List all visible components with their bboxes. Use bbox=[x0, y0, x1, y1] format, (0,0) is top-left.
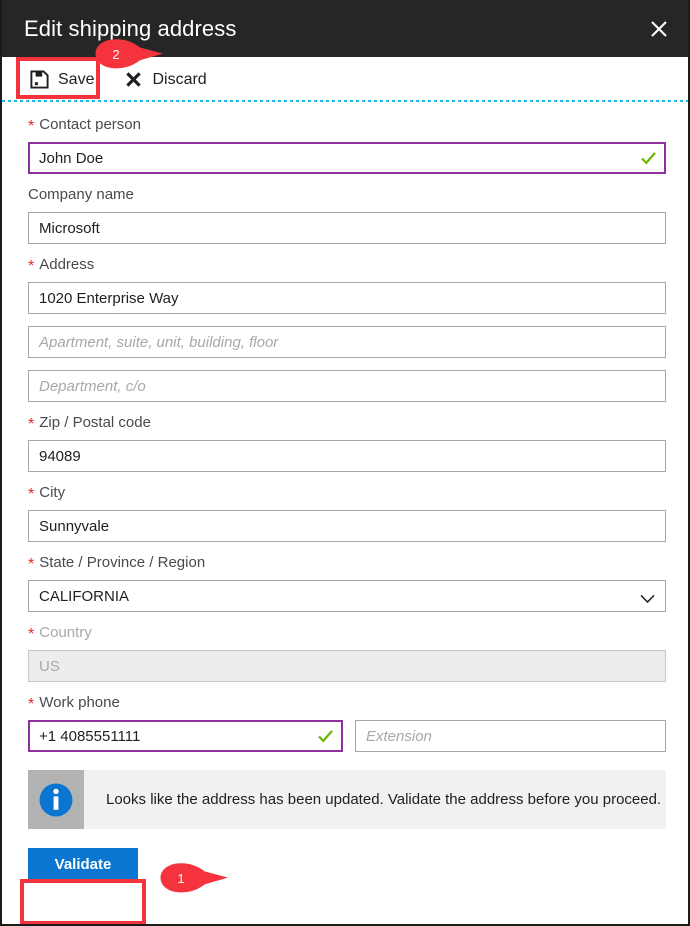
field-zip-postal-code: * Zip / Postal code 94089 bbox=[28, 414, 666, 472]
field-address-line-2: Apartment, suite, unit, building, floor bbox=[28, 326, 666, 358]
input-wrap-phone-extension: Extension bbox=[355, 720, 666, 752]
info-message-text: Looks like the address has been updated.… bbox=[106, 791, 662, 808]
field-label-address: * Address bbox=[28, 256, 666, 276]
label-text: Zip / Postal code bbox=[39, 414, 151, 431]
field-work-phone: * Work phone +1 4085551111 Extension bbox=[28, 694, 666, 752]
input-wrap-address-line-3: Department, c/o bbox=[28, 370, 666, 402]
city-input[interactable]: Sunnyvale bbox=[28, 510, 666, 542]
chevron-down-icon[interactable] bbox=[640, 591, 655, 604]
required-asterisk-icon: * bbox=[28, 556, 35, 573]
close-x-icon bbox=[124, 70, 143, 89]
field-state-province-region: * State / Province / Region CALIFORNIA bbox=[28, 554, 666, 612]
work-phone-row: +1 4085551111 Extension bbox=[28, 720, 666, 752]
input-wrap-zip-postal-code: 94089 bbox=[28, 440, 666, 472]
field-label-country: * Country bbox=[28, 624, 666, 644]
save-button[interactable]: Save bbox=[24, 63, 100, 97]
label-text: Contact person bbox=[39, 116, 141, 133]
field-label-company-name: Company name bbox=[28, 186, 666, 206]
validate-button[interactable]: Validate bbox=[28, 848, 138, 880]
label-text: Company name bbox=[28, 186, 134, 203]
discard-button-label: Discard bbox=[152, 70, 207, 88]
edit-shipping-address-dialog: Edit shipping address Save Discard * Con… bbox=[0, 0, 690, 926]
label-text: City bbox=[39, 484, 66, 501]
field-country: * Country US bbox=[28, 624, 666, 682]
address-input[interactable]: 1020 Enterprise Way bbox=[28, 282, 666, 314]
required-asterisk-icon: * bbox=[28, 118, 35, 135]
info-message-bar: Looks like the address has been updated.… bbox=[28, 770, 666, 829]
zip-postal-code-input[interactable]: 94089 bbox=[28, 440, 666, 472]
save-button-label: Save bbox=[58, 70, 95, 88]
field-contact-person: * Contact person John Doe bbox=[28, 116, 666, 174]
info-circle-icon bbox=[38, 782, 74, 818]
callout-number: 1 bbox=[177, 870, 185, 886]
field-label-city: * City bbox=[28, 484, 666, 504]
input-wrap-address-line-2: Apartment, suite, unit, building, floor bbox=[28, 326, 666, 358]
address-line-2-input[interactable]: Apartment, suite, unit, building, floor bbox=[28, 326, 666, 358]
field-label-contact-person: * Contact person bbox=[28, 116, 666, 136]
field-label-state-province-region: * State / Province / Region bbox=[28, 554, 666, 574]
info-icon-cell bbox=[28, 770, 84, 829]
validate-area: Validate bbox=[28, 848, 688, 888]
state-province-region-select[interactable]: CALIFORNIA bbox=[28, 580, 666, 612]
input-wrap-state-province-region: CALIFORNIA bbox=[28, 580, 666, 612]
label-text: State / Province / Region bbox=[39, 554, 206, 571]
callout-marker-2: 2 bbox=[94, 38, 166, 70]
company-name-input[interactable]: Microsoft bbox=[28, 212, 666, 244]
field-city: * City Sunnyvale bbox=[28, 484, 666, 542]
field-label-zip-postal-code: * Zip / Postal code bbox=[28, 414, 666, 434]
shipping-address-form: * Contact person John Doe Company name M… bbox=[2, 102, 688, 752]
input-wrap-address: 1020 Enterprise Way bbox=[28, 282, 666, 314]
input-wrap-work-phone: +1 4085551111 bbox=[28, 720, 343, 752]
required-asterisk-icon: * bbox=[28, 696, 35, 713]
label-text: Work phone bbox=[39, 694, 120, 711]
input-wrap-company-name: Microsoft bbox=[28, 212, 666, 244]
required-asterisk-icon: * bbox=[28, 626, 35, 643]
green-check-icon bbox=[640, 150, 657, 167]
callout-marker-1: 1 bbox=[159, 862, 231, 894]
required-asterisk-icon: * bbox=[28, 486, 35, 503]
input-wrap-city: Sunnyvale bbox=[28, 510, 666, 542]
field-label-work-phone: * Work phone bbox=[28, 694, 666, 714]
input-wrap-country: US bbox=[28, 650, 666, 682]
command-bar-dashed-divider bbox=[2, 100, 688, 102]
field-address-line-3: Department, c/o bbox=[28, 370, 666, 402]
field-company-name: Company name Microsoft bbox=[28, 186, 666, 244]
contact-person-input[interactable]: John Doe bbox=[28, 142, 666, 174]
required-asterisk-icon: * bbox=[28, 416, 35, 433]
label-text: Address bbox=[39, 256, 95, 273]
green-check-icon bbox=[317, 728, 334, 745]
label-text: Country bbox=[39, 624, 92, 641]
address-line-3-input[interactable]: Department, c/o bbox=[28, 370, 666, 402]
work-phone-input[interactable]: +1 4085551111 bbox=[28, 720, 343, 752]
required-asterisk-icon: * bbox=[28, 258, 35, 275]
input-wrap-contact-person: John Doe bbox=[28, 142, 666, 174]
country-input: US bbox=[28, 650, 666, 682]
field-address: * Address 1020 Enterprise Way bbox=[28, 256, 666, 314]
phone-extension-input[interactable]: Extension bbox=[355, 720, 666, 752]
callout-number: 2 bbox=[112, 46, 120, 62]
close-icon[interactable] bbox=[644, 14, 674, 44]
save-floppy-icon bbox=[30, 70, 49, 89]
